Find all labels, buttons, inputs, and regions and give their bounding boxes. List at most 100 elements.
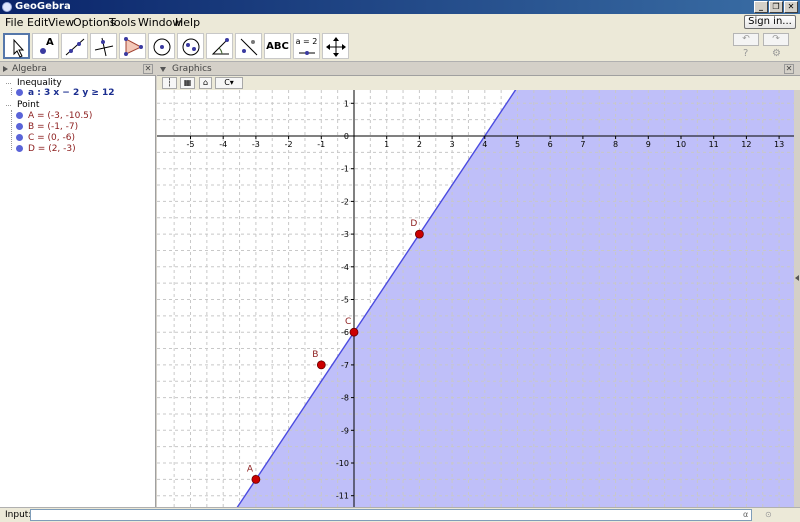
close-window-button[interactable]: ✕ bbox=[784, 1, 798, 13]
y-tick-label: -9 bbox=[341, 426, 349, 435]
y-tick-label: -8 bbox=[341, 394, 349, 403]
grid-toggle-icon[interactable]: ▦ bbox=[180, 77, 195, 89]
expand-panel-icon[interactable] bbox=[795, 275, 799, 281]
move-graphics-icon bbox=[326, 37, 346, 57]
input-help-icon[interactable]: ⊙ bbox=[765, 510, 772, 519]
input-field[interactable] bbox=[30, 509, 752, 521]
reflect-line-icon bbox=[240, 38, 258, 56]
algebra-group-inequality[interactable]: Inequality bbox=[17, 78, 62, 88]
x-tick-label: -4 bbox=[219, 140, 227, 149]
angle-tool-button[interactable] bbox=[206, 33, 233, 59]
y-tick-label: -11 bbox=[336, 492, 349, 501]
help-icon[interactable]: ? bbox=[743, 48, 748, 59]
menu-view[interactable]: View bbox=[48, 16, 74, 29]
close-algebra-icon[interactable]: ✕ bbox=[143, 64, 153, 74]
x-tick-label: 8 bbox=[613, 140, 618, 149]
visibility-toggle-icon[interactable] bbox=[16, 145, 23, 152]
line-through-points-icon bbox=[65, 38, 85, 56]
graphics-view-header: Graphics ✕ bbox=[157, 63, 800, 76]
algebra-item-point-b[interactable]: B = (-1, -7) bbox=[16, 122, 78, 132]
algebra-item-point-d[interactable]: D = (2, -3) bbox=[16, 144, 76, 154]
slider-tool-button[interactable]: a = 2 bbox=[293, 33, 320, 59]
slider-icon bbox=[299, 51, 315, 55]
algebra-group-point[interactable]: Point bbox=[17, 100, 39, 110]
visibility-toggle-icon[interactable] bbox=[16, 89, 23, 96]
title-bar: GeoGebra _ ❐ ✕ bbox=[0, 0, 800, 14]
visibility-toggle-icon[interactable] bbox=[16, 134, 23, 141]
graphics-view-title: Graphics bbox=[172, 64, 212, 74]
circle-center-point-icon bbox=[153, 38, 171, 56]
text-icon: ABC bbox=[266, 41, 289, 52]
move-tool-button[interactable] bbox=[3, 33, 30, 59]
y-tick-label: -1 bbox=[341, 165, 349, 174]
perpendicular-tool-button[interactable] bbox=[90, 33, 117, 59]
y-tick-label: -7 bbox=[341, 361, 349, 370]
cursor-arrow-icon bbox=[13, 38, 25, 58]
gear-icon[interactable]: ⚙ bbox=[772, 48, 781, 59]
side-panel-handle[interactable] bbox=[794, 90, 800, 507]
graphics-view[interactable]: -5 -4 -3 -2 -1 1 2 3 4 5 6 7 8 9 10 11 12 13 1 0 -1 -2 -3 -4 -5-… bbox=[157, 90, 794, 507]
x-tick-label: 13 bbox=[774, 140, 784, 149]
redo-icon: ↷ bbox=[772, 34, 780, 44]
visibility-toggle-icon[interactable] bbox=[16, 112, 23, 119]
point-capture-dropdown-icon[interactable]: C▾ bbox=[215, 77, 243, 89]
menu-file[interactable]: File bbox=[5, 16, 23, 29]
point-tool-button[interactable]: A bbox=[32, 33, 59, 59]
algebra-view: Inequality a : 3 x − 2 y ≥ 12 Point A = … bbox=[0, 76, 156, 507]
visibility-toggle-icon[interactable] bbox=[16, 123, 23, 130]
redo-button[interactable]: ↷ bbox=[763, 33, 789, 46]
algebra-item-inequality-a[interactable]: a : 3 x − 2 y ≥ 12 bbox=[16, 88, 115, 98]
y-tick-label: -10 bbox=[336, 459, 349, 468]
polygon-tool-button[interactable] bbox=[119, 33, 146, 59]
undo-button[interactable]: ↶ bbox=[733, 33, 759, 46]
restore-button[interactable]: ❐ bbox=[769, 1, 783, 13]
graphics-style-bar: ┆ ▦ ⌂ C▾ bbox=[157, 76, 800, 90]
axes-toggle-icon[interactable]: ┆ bbox=[162, 77, 177, 89]
collapse-algebra-icon[interactable] bbox=[3, 66, 8, 72]
algebra-item-point-c[interactable]: C = (0, -6) bbox=[16, 133, 75, 143]
alpha-symbol-button[interactable]: α bbox=[743, 510, 748, 519]
home-icon[interactable]: ⌂ bbox=[199, 77, 212, 89]
menu-tools[interactable]: Tools bbox=[109, 16, 136, 29]
x-tick-label: 5 bbox=[515, 140, 520, 149]
point-b[interactable] bbox=[316, 360, 326, 370]
x-tick-label: -1 bbox=[317, 140, 325, 149]
undo-icon: ↶ bbox=[742, 34, 750, 44]
close-graphics-icon[interactable]: ✕ bbox=[784, 64, 794, 74]
point-d[interactable] bbox=[414, 229, 424, 239]
circle-tool-button[interactable] bbox=[148, 33, 175, 59]
point-c[interactable] bbox=[349, 327, 359, 337]
ellipse-icon bbox=[182, 38, 200, 56]
y-tick-label: -2 bbox=[341, 197, 349, 206]
x-tick-label: 9 bbox=[646, 140, 651, 149]
y-tick-label: 0 bbox=[344, 132, 349, 141]
collapse-graphics-icon[interactable] bbox=[160, 67, 166, 72]
reflect-tool-button[interactable] bbox=[235, 33, 262, 59]
minimize-button[interactable]: _ bbox=[754, 1, 768, 13]
conic-tool-button[interactable] bbox=[177, 33, 204, 59]
x-tick-label: 1 bbox=[384, 140, 389, 149]
coordinate-plane[interactable]: -5 -4 -3 -2 -1 1 2 3 4 5 6 7 8 9 10 11 12 1310-1-2-3-4-5-… bbox=[157, 90, 794, 507]
x-tick-label: -2 bbox=[285, 140, 293, 149]
algebra-item-point-a[interactable]: A = (-3, -10.5) bbox=[16, 111, 92, 121]
menu-edit[interactable]: Edit bbox=[27, 16, 48, 29]
x-tick-label: 6 bbox=[548, 140, 553, 149]
y-tick-label: -4 bbox=[341, 263, 349, 272]
y-tick-label: -6 bbox=[341, 328, 349, 337]
input-bar: Input: α ⊙ bbox=[0, 507, 800, 522]
sign-in-button[interactable]: Sign in... bbox=[744, 15, 796, 29]
point-label-d: D bbox=[410, 219, 417, 229]
move-view-tool-button[interactable] bbox=[322, 33, 349, 59]
point-a[interactable] bbox=[251, 474, 261, 484]
algebra-view-header: Algebra ✕ bbox=[0, 63, 156, 76]
menu-help[interactable]: Help bbox=[175, 16, 200, 29]
x-tick-label: -3 bbox=[252, 140, 260, 149]
menu-bar: File Edit View Options Tools Window Help… bbox=[0, 14, 800, 30]
x-tick-label: 3 bbox=[450, 140, 455, 149]
text-tool-button[interactable]: ABC bbox=[264, 33, 291, 59]
line-tool-button[interactable] bbox=[61, 33, 88, 59]
toolbar: A ABC a = 2 ↶ ↷ ? ⚙ bbox=[0, 30, 800, 62]
geogebra-logo-icon bbox=[2, 2, 12, 12]
window-title: GeoGebra bbox=[15, 1, 71, 12]
point-label-a: A bbox=[247, 464, 254, 474]
